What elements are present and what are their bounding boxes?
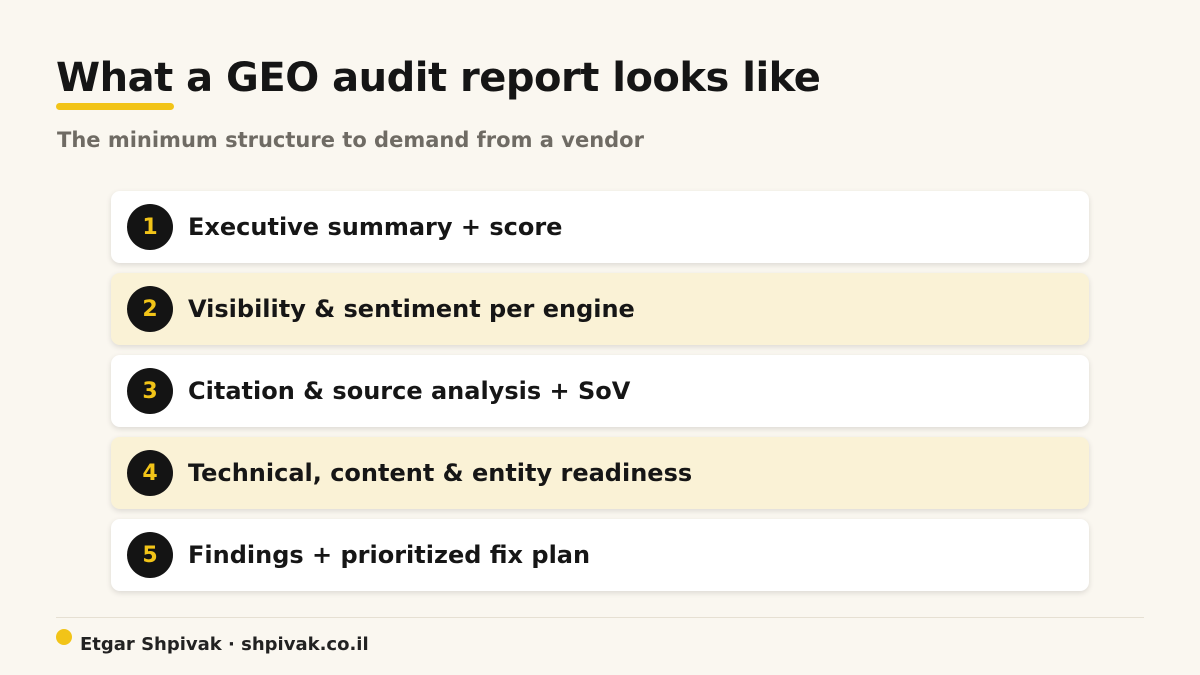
step-number-badge: 5 bbox=[127, 532, 173, 578]
step-number-badge: 4 bbox=[127, 450, 173, 496]
list-item: 4 Technical, content & entity readiness bbox=[111, 437, 1089, 509]
list-item-label: Technical, content & entity readiness bbox=[188, 459, 693, 487]
list-item-label: Citation & source analysis + SoV bbox=[188, 377, 631, 405]
footer-divider bbox=[56, 617, 1144, 618]
footer-dot-icon bbox=[56, 629, 72, 645]
list-item-label: Visibility & sentiment per engine bbox=[188, 295, 635, 323]
list-item: 5 Findings + prioritized fix plan bbox=[111, 519, 1089, 591]
list-item: 1 Executive summary + score bbox=[111, 191, 1089, 263]
footer-credit: Etgar Shpivak · shpivak.co.il bbox=[80, 634, 369, 655]
step-number-badge: 1 bbox=[127, 204, 173, 250]
page-title: What a GEO audit report looks like bbox=[56, 55, 821, 101]
step-number-badge: 3 bbox=[127, 368, 173, 414]
title-underline-accent bbox=[56, 103, 174, 110]
list-item-label: Findings + prioritized fix plan bbox=[188, 541, 591, 569]
report-structure-list: 1 Executive summary + score 2 Visibility… bbox=[111, 191, 1089, 601]
step-number-badge: 2 bbox=[127, 286, 173, 332]
list-item: 2 Visibility & sentiment per engine bbox=[111, 273, 1089, 345]
list-item-label: Executive summary + score bbox=[188, 213, 563, 241]
page-subtitle: The minimum structure to demand from a v… bbox=[57, 128, 644, 152]
list-item: 3 Citation & source analysis + SoV bbox=[111, 355, 1089, 427]
